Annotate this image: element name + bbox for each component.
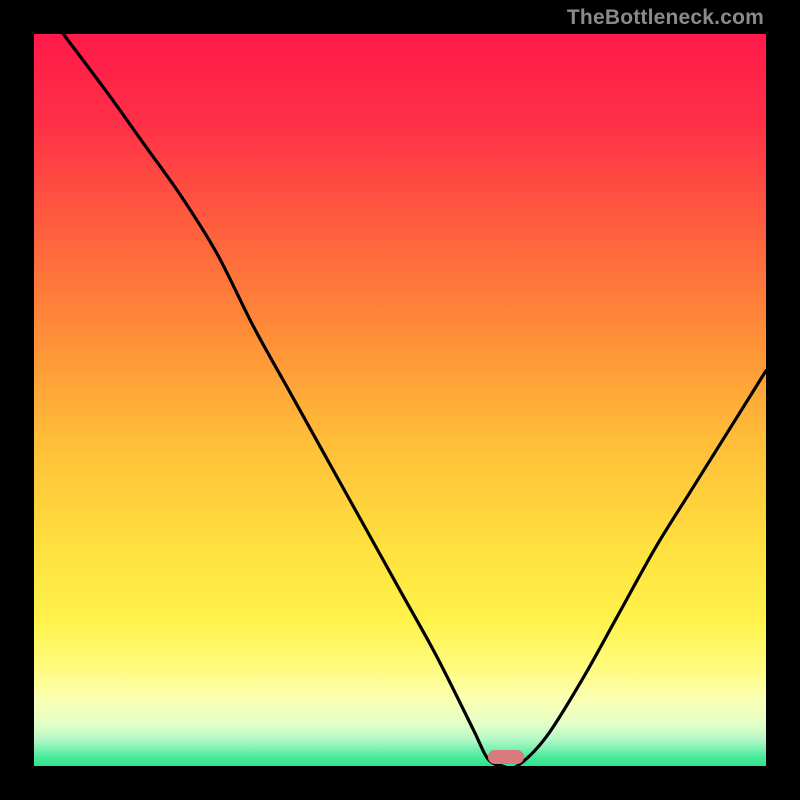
- chart-frame: TheBottleneck.com: [0, 0, 800, 800]
- minimum-marker: [488, 750, 525, 764]
- bottleneck-curve: [34, 34, 766, 766]
- watermark-text: TheBottleneck.com: [567, 6, 764, 30]
- plot-area: [34, 34, 766, 766]
